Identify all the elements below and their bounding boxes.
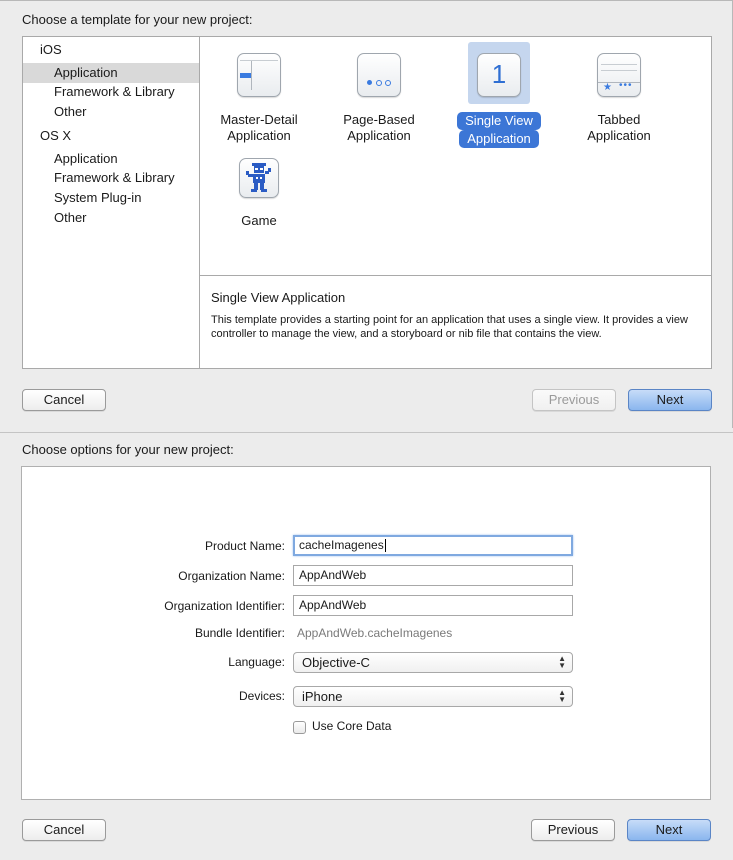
tabbed-icon: ★ ••• <box>597 53 641 97</box>
organization-identifier-field[interactable]: AppAndWeb <box>293 595 573 616</box>
devices-label: Devices: <box>238 689 285 703</box>
sidebar-item-ios-framework-library[interactable]: Framework & Library <box>23 82 199 102</box>
previous-button[interactable]: Previous <box>532 389 616 411</box>
tab-more-icon: ••• <box>619 80 633 91</box>
tab-star-icon: ★ <box>603 82 612 93</box>
use-core-data-checkbox[interactable] <box>293 721 306 734</box>
product-name-field[interactable]: cacheImagenes <box>293 535 573 556</box>
description-body: This template provides a starting point … <box>211 314 688 340</box>
organization-identifier-label: Organization Identifier: <box>164 599 285 613</box>
template-grid: Master-Detail Application Page-Based Appli… <box>199 36 712 276</box>
next-button[interactable]: Next <box>628 389 712 411</box>
use-core-data-label[interactable]: Use Core Data <box>312 719 391 733</box>
text-cursor <box>384 539 386 553</box>
cancel-button[interactable]: Cancel <box>22 819 106 841</box>
sidebar-group-osx[interactable]: OS X <box>40 128 71 143</box>
page-based-icon <box>357 53 401 97</box>
options-heading: Choose options for your new project: <box>22 442 234 457</box>
previous-button[interactable]: Previous <box>531 819 615 841</box>
template-label-page-based-1: Page-Based <box>343 112 415 127</box>
language-label: Language: <box>228 655 285 669</box>
template-description-pane: Single View Application This template pr… <box>199 275 712 369</box>
template-game[interactable]: Game <box>199 158 319 229</box>
template-label-single-view-1: Single View <box>457 112 541 130</box>
language-value: Objective-C <box>302 655 370 670</box>
sidebar-item-ios-other[interactable]: Other <box>23 102 199 122</box>
template-label-single-view-2: Application <box>459 130 539 148</box>
template-label-tabbed-2: Application <box>587 128 651 143</box>
organization-name-label: Organization Name: <box>178 569 285 583</box>
template-label-game: Game <box>241 213 277 228</box>
template-label-page-based-2: Application <box>347 128 411 143</box>
game-icon <box>239 158 279 198</box>
language-select[interactable]: Objective-C ▲ ▼ <box>293 652 573 673</box>
devices-select[interactable]: iPhone ▲ ▼ <box>293 686 573 707</box>
select-stepper-icon: ▲ ▼ <box>558 688 566 704</box>
single-view-glyph: 1 <box>491 59 507 89</box>
sidebar-item-osx-system-plugin[interactable]: System Plug-in <box>23 188 199 208</box>
sidebar-item-osx-framework-library[interactable]: Framework & Library <box>23 168 199 188</box>
bundle-identifier-label: Bundle Identifier: <box>194 626 285 640</box>
single-view-icon: 1 <box>477 53 521 97</box>
sidebar-item-osx-other[interactable]: Other <box>23 208 199 228</box>
bundle-identifier-value: AppAndWeb.cacheImagenes <box>297 626 453 640</box>
template-label-master-detail-1: Master-Detail <box>220 112 298 127</box>
template-heading: Choose a template for your new project: <box>22 12 253 27</box>
select-stepper-icon: ▲ ▼ <box>558 654 566 670</box>
template-page-based[interactable]: Page-Based Application <box>319 53 439 144</box>
master-detail-icon <box>237 53 281 97</box>
template-category-sidebar: iOS Application Framework & Library Othe… <box>22 36 200 369</box>
template-label-tabbed-1: Tabbed <box>597 112 641 127</box>
template-master-detail[interactable]: Master-Detail Application <box>199 53 319 144</box>
product-name-value: cacheImagenes <box>299 538 384 552</box>
template-tabbed[interactable]: ★ ••• Tabbed Application <box>559 53 679 144</box>
sidebar-group-ios[interactable]: iOS <box>40 42 62 57</box>
organization-name-field[interactable]: AppAndWeb <box>293 565 573 586</box>
product-name-label: Product Name: <box>204 539 285 553</box>
description-title: Single View Application <box>211 290 346 305</box>
sidebar-item-osx-application[interactable]: Application <box>23 149 199 169</box>
devices-value: iPhone <box>302 689 343 704</box>
template-single-view[interactable]: 1 Single View Application <box>439 53 559 148</box>
cancel-button[interactable]: Cancel <box>22 389 106 411</box>
sidebar-item-ios-application[interactable]: Application <box>23 63 199 83</box>
template-label-master-detail-2: Application <box>227 128 291 143</box>
next-button[interactable]: Next <box>627 819 711 841</box>
